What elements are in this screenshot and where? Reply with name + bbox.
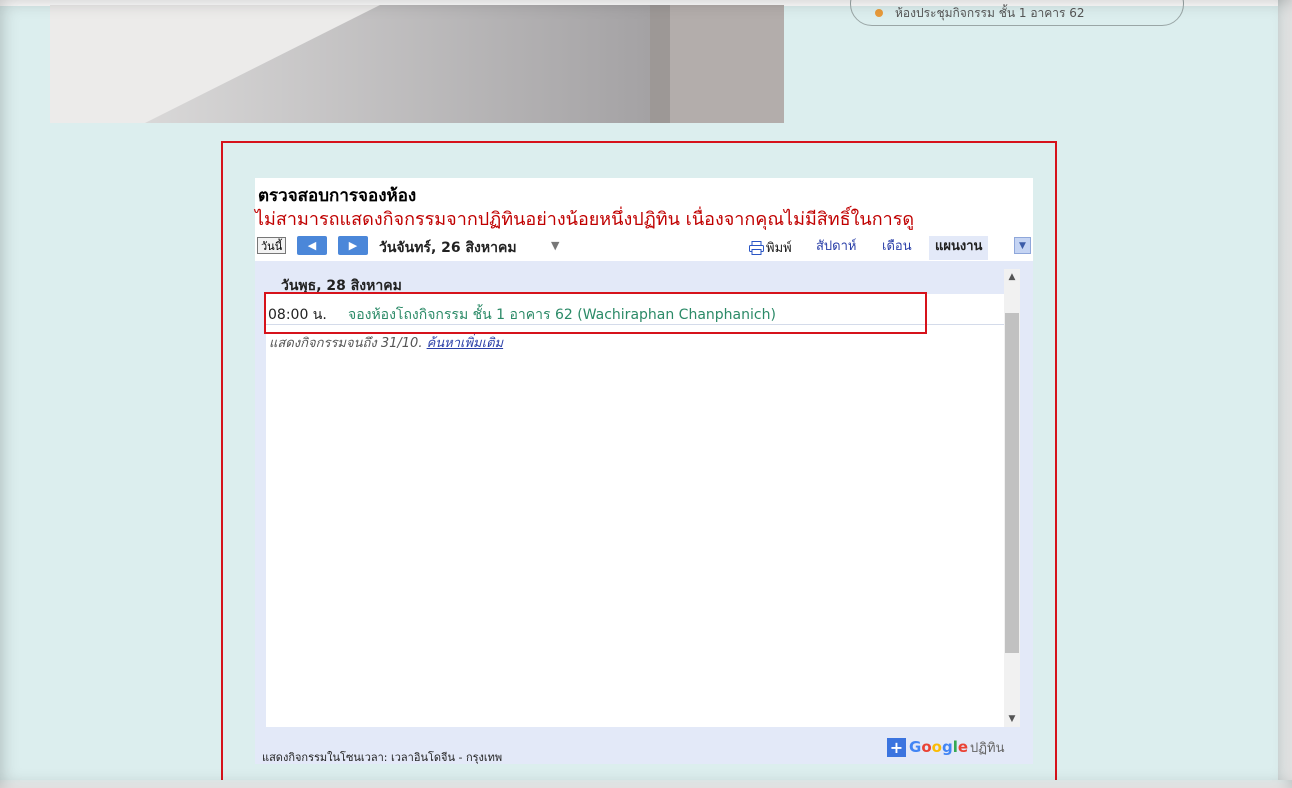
permission-error: ไม่สามารถแสดงกิจกรรมจากปฏิทินอย่างน้อยหน… <box>255 209 915 230</box>
room-pill-label: ห้องประชุมกิจกรรม ชั้น 1 อาคาร 62 <box>895 5 1085 20</box>
prev-button[interactable]: ◀ <box>297 236 327 255</box>
more-events-link[interactable]: ค้นหาเพิ่มเติม <box>427 336 504 351</box>
google-calendar-badge[interactable]: + Google ปฏิทิน <box>887 736 1004 758</box>
date-dropdown-icon[interactable]: ▼ <box>551 239 559 252</box>
room-pill[interactable]: ห้องประชุมกิจกรรม ชั้น 1 อาคาร 62 <box>850 0 1184 26</box>
scroll-thumb[interactable] <box>1005 313 1019 653</box>
tab-week[interactable]: สัปดาห์ <box>810 236 863 260</box>
agenda-panel: วันพุธ, 28 สิงหาคม 08:00 น. จองห้องโถงกิ… <box>255 261 1033 764</box>
printer-icon <box>749 240 764 255</box>
chevron-down-icon: ▼ <box>1019 240 1026 251</box>
print-label: พิมพ์ <box>766 241 792 256</box>
today-button[interactable]: วันนี้ <box>257 237 287 254</box>
next-button[interactable]: ▶ <box>338 236 368 255</box>
header-photo <box>50 5 784 123</box>
bottom-edge <box>0 780 1292 788</box>
tab-agenda[interactable]: แผนงาน <box>929 236 989 260</box>
print-button[interactable]: พิมพ์ <box>749 237 792 258</box>
day-header: วันพุธ, 28 สิงหาคม <box>266 269 1004 294</box>
google-logo: Google <box>909 738 969 756</box>
calendar-toolbar: วันนี้ ◀ ▶ วันจันทร์, 26 สิงหาคม ▼ พิมพ์… <box>255 236 1033 260</box>
calendar-word: ปฏิทิน <box>970 740 1005 756</box>
more-events-text: แสดงกิจกรรมจนถึง 31/10. <box>269 336 423 351</box>
location-pin-icon <box>875 9 883 17</box>
plus-icon: + <box>887 737 906 757</box>
more-events-line: แสดงกิจกรรมจนถึง 31/10. ค้นหาเพิ่มเติม <box>269 332 503 353</box>
scroll-down-icon[interactable]: ▼ <box>1004 711 1020 727</box>
calendar-widget: ตรวจสอบการจองห้อง ไม่สามารถแสดงกิจกรรมจา… <box>255 178 1033 764</box>
event-highlight-box <box>264 292 927 334</box>
agenda-scrollbar[interactable]: ▲ ▼ <box>1004 269 1020 727</box>
chevron-left-icon: ◀ <box>307 239 317 252</box>
options-dropdown-button[interactable]: ▼ <box>1014 237 1031 254</box>
tab-month[interactable]: เดือน <box>876 236 918 260</box>
timezone-note: แสดงกิจกรรมในโซนเวลา: เวลาอินโดจีน - กรุ… <box>262 751 503 764</box>
date-label[interactable]: วันจันทร์, 26 สิงหาคม <box>379 237 517 259</box>
right-edge <box>1278 0 1292 788</box>
agenda-list: วันพุธ, 28 สิงหาคม 08:00 น. จองห้องโถงกิ… <box>266 269 1004 727</box>
scroll-up-icon[interactable]: ▲ <box>1004 269 1020 285</box>
photo-shadow <box>145 5 784 123</box>
chevron-right-icon: ▶ <box>348 239 358 252</box>
